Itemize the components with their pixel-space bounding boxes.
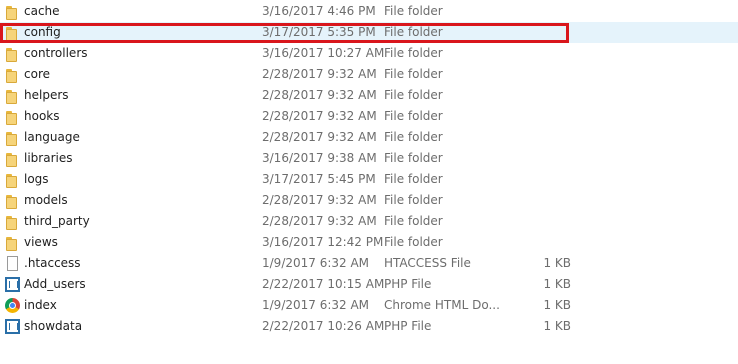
file-name: core (24, 67, 50, 81)
file-type: File folder (384, 172, 443, 186)
file-type: File folder (384, 88, 443, 102)
file-name: controllers (24, 46, 88, 60)
php-icon (5, 277, 20, 292)
file-type: PHP File (384, 277, 432, 291)
file-name: showdata (24, 319, 83, 333)
date-modified: 2/28/2017 9:32 AM (262, 130, 377, 144)
file-name: views (24, 235, 58, 249)
chrome-icon (5, 298, 20, 313)
file-name: Add_users (24, 277, 86, 291)
file-name: cache (24, 4, 60, 18)
folder-icon (5, 88, 20, 104)
php-icon (5, 319, 20, 334)
folder-icon (5, 67, 20, 83)
folder-icon (5, 235, 20, 251)
file-type: File folder (384, 193, 443, 207)
date-modified: 3/17/2017 5:35 PM (262, 25, 376, 39)
file-name: index (24, 298, 57, 312)
file-row[interactable]: hooks 2/28/2017 9:32 AM File folder (0, 106, 738, 127)
file-row[interactable]: third_party 2/28/2017 9:32 AM File folder (0, 211, 738, 232)
file-type: File folder (384, 4, 443, 18)
file-name: libraries (24, 151, 73, 165)
file-type: File folder (384, 67, 443, 81)
folder-icon (5, 214, 20, 230)
file-row[interactable]: logs 3/17/2017 5:45 PM File folder (0, 169, 738, 190)
file-row[interactable]: views 3/16/2017 12:42 PM File folder (0, 232, 738, 253)
folder-icon (5, 151, 20, 167)
date-modified: 2/22/2017 10:26 AM (262, 319, 385, 333)
file-row[interactable]: index 1/9/2017 6:32 AM Chrome HTML Do... 1 … (0, 295, 738, 316)
file-name: hooks (24, 109, 60, 123)
date-modified: 1/9/2017 6:32 AM (262, 256, 370, 270)
file-row[interactable]: controllers 3/16/2017 10:27 AM File folder (0, 43, 738, 64)
date-modified: 3/16/2017 9:38 AM (262, 151, 377, 165)
file-name: logs (24, 172, 49, 186)
file-type: File folder (384, 130, 443, 144)
file-name: helpers (24, 88, 69, 102)
date-modified: 3/17/2017 5:45 PM (262, 172, 376, 186)
file-name: language (24, 130, 80, 144)
date-modified: 3/16/2017 12:42 PM (262, 235, 384, 249)
file-name: models (24, 193, 68, 207)
file-type: HTACCESS File (384, 256, 471, 270)
file-row[interactable]: language 2/28/2017 9:32 AM File folder (0, 127, 738, 148)
folder-icon (5, 172, 20, 188)
folder-icon (5, 193, 20, 209)
file-name: third_party (24, 214, 90, 228)
file-row[interactable]: showdata 2/22/2017 10:26 AM PHP File 1 KB (0, 316, 738, 337)
file-icon (7, 256, 18, 271)
date-modified: 2/28/2017 9:32 AM (262, 67, 377, 81)
file-size: 1 KB (543, 319, 571, 333)
file-type: File folder (384, 235, 443, 249)
file-size: 1 KB (543, 256, 571, 270)
date-modified: 3/16/2017 4:46 PM (262, 4, 376, 18)
file-type: File folder (384, 151, 443, 165)
file-type: File folder (384, 214, 443, 228)
file-row[interactable]: helpers 2/28/2017 9:32 AM File folder (0, 85, 738, 106)
file-row[interactable]: cache 3/16/2017 4:46 PM File folder (0, 1, 738, 22)
file-row[interactable]: config 3/17/2017 5:35 PM File folder (0, 22, 738, 43)
folder-icon (5, 109, 20, 125)
file-size: 1 KB (543, 277, 571, 291)
folder-icon (5, 25, 20, 41)
file-size: 1 KB (543, 298, 571, 312)
file-row[interactable]: models 2/28/2017 9:32 AM File folder (0, 190, 738, 211)
file-row[interactable]: .htaccess 1/9/2017 6:32 AM HTACCESS File 1 … (0, 253, 738, 274)
file-type: File folder (384, 109, 443, 123)
file-type: Chrome HTML Do... (384, 298, 500, 312)
file-name: config (24, 25, 61, 39)
file-type: File folder (384, 25, 443, 39)
date-modified: 2/28/2017 9:32 AM (262, 109, 377, 123)
folder-icon (5, 46, 20, 62)
file-row[interactable]: libraries 3/16/2017 9:38 AM File folder (0, 148, 738, 169)
folder-icon (5, 130, 20, 146)
date-modified: 1/9/2017 6:32 AM (262, 298, 370, 312)
date-modified: 3/16/2017 10:27 AM (262, 46, 385, 60)
file-row[interactable]: Add_users 2/22/2017 10:15 AM PHP File 1 KB (0, 274, 738, 295)
date-modified: 2/28/2017 9:32 AM (262, 214, 377, 228)
date-modified: 2/28/2017 9:32 AM (262, 88, 377, 102)
date-modified: 2/28/2017 9:32 AM (262, 193, 377, 207)
folder-icon (5, 4, 20, 20)
file-name: .htaccess (24, 256, 81, 270)
file-row[interactable]: core 2/28/2017 9:32 AM File folder (0, 64, 738, 85)
file-type: File folder (384, 46, 443, 60)
date-modified: 2/22/2017 10:15 AM (262, 277, 385, 291)
file-type: PHP File (384, 319, 432, 333)
